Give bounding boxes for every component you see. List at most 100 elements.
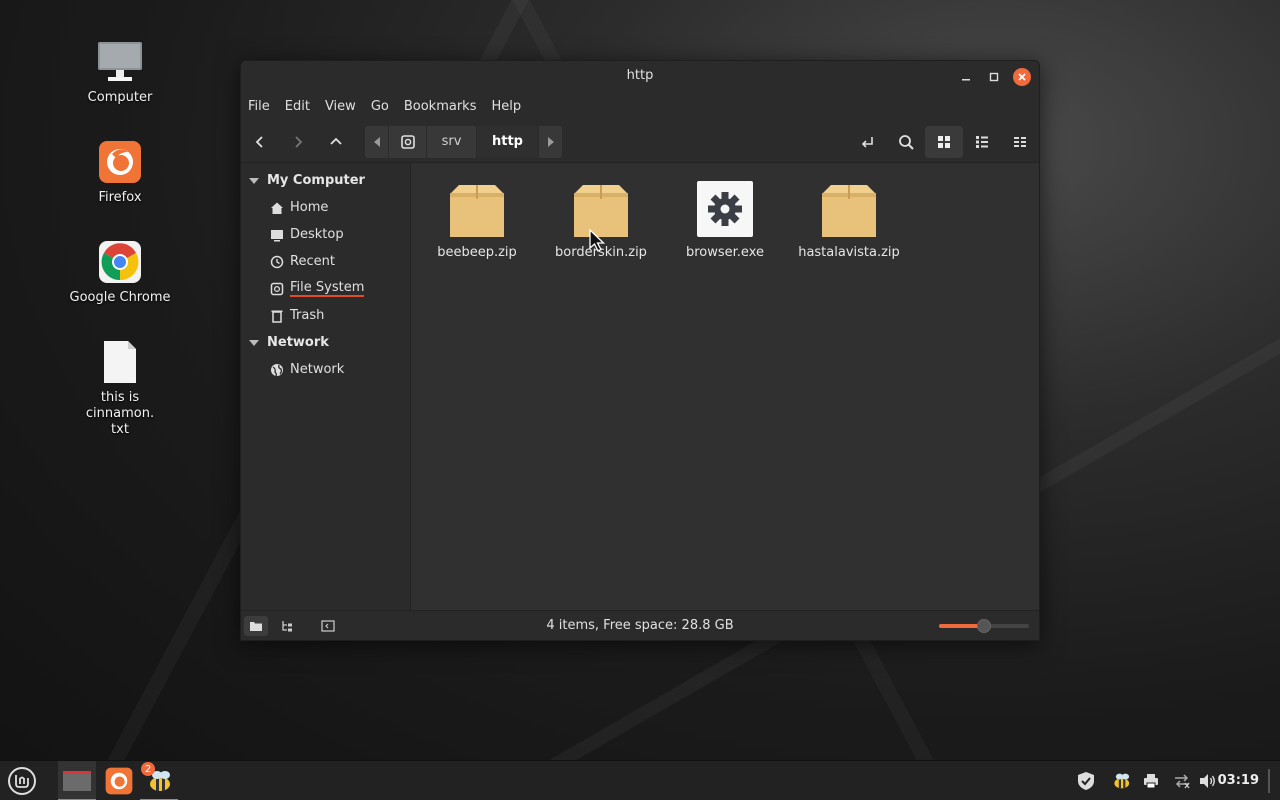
sidebar-item-network[interactable]: Network: [241, 356, 410, 383]
icon-view-button[interactable]: [925, 126, 963, 158]
location-toggle-button[interactable]: [849, 126, 887, 158]
file-name: hastalavista.zip: [798, 245, 900, 260]
desktop-icon-text-file[interactable]: this is cinnamon. txt: [65, 340, 175, 438]
sidebar-item-label: Recent: [290, 254, 335, 269]
forward-button[interactable]: [279, 126, 317, 158]
file-item[interactable]: hastalavista.zip: [787, 181, 911, 260]
desktop-icon-firefox[interactable]: Firefox: [65, 140, 175, 206]
notification-badge: 2: [141, 762, 155, 776]
menu-go[interactable]: Go: [371, 99, 389, 114]
file-item[interactable]: browser.exe: [663, 181, 787, 260]
clock-icon: [269, 254, 285, 270]
file-name: browser.exe: [685, 245, 764, 260]
search-button[interactable]: [887, 126, 925, 158]
sidebar-section-label: Network: [267, 335, 329, 350]
triangle-left-icon: [373, 136, 380, 147]
desktop-icon: [269, 227, 285, 243]
sidebar-item-home[interactable]: Home: [241, 194, 410, 221]
minimize-button[interactable]: [957, 68, 975, 86]
tray-volume[interactable]: [1197, 761, 1219, 800]
tray-shield[interactable]: [1074, 761, 1098, 800]
breadcrumb-right-arrow[interactable]: [539, 125, 563, 158]
close-button[interactable]: [1013, 68, 1031, 86]
collapse-triangle-icon: [249, 177, 259, 184]
sidebar-section-my-computer[interactable]: My Computer: [241, 167, 410, 194]
sidebar-section-network[interactable]: Network: [241, 329, 410, 356]
computer-icon: [98, 40, 142, 84]
trash-icon: [269, 308, 285, 324]
menu-help[interactable]: Help: [491, 99, 521, 114]
up-button[interactable]: [317, 126, 355, 158]
home-icon: [269, 200, 285, 216]
file-view[interactable]: beebeep.zip borderskin.zip browser.exe h…: [411, 163, 1039, 610]
minimize-icon: [962, 79, 970, 81]
gear-icon: [697, 181, 753, 237]
zoom-slider[interactable]: [939, 619, 1029, 633]
sidebar-item-trash[interactable]: Trash: [241, 302, 410, 329]
tray-beebeep[interactable]: [1108, 761, 1134, 800]
menu-edit[interactable]: Edit: [285, 99, 310, 114]
grid-icon: [938, 136, 950, 148]
tray-printer[interactable]: [1140, 761, 1162, 800]
chrome-icon: [98, 240, 142, 284]
compact-icon: [1014, 137, 1026, 147]
desktop-icon-label: Firefox: [98, 190, 142, 205]
sidebar-item-recent[interactable]: Recent: [241, 248, 410, 275]
sidebar-item-label: Home: [290, 200, 329, 215]
menu-bookmarks[interactable]: Bookmarks: [404, 99, 477, 114]
toolbar: srv http: [241, 121, 1039, 163]
breadcrumb: srv http: [365, 125, 563, 158]
desktop-icon-chrome[interactable]: Google Chrome: [65, 240, 175, 306]
globe-icon: [269, 362, 285, 378]
menu-button[interactable]: [4, 761, 40, 800]
firefox-icon: [98, 140, 142, 184]
printer-icon: [1144, 774, 1158, 789]
breadcrumb-left-arrow[interactable]: [365, 125, 389, 158]
desktop-icon-computer[interactable]: Computer: [65, 40, 175, 106]
show-desktop-button[interactable]: [1268, 769, 1270, 793]
taskbar-item-file-manager[interactable]: [58, 761, 96, 800]
taskbar-item-beebeep[interactable]: 2: [140, 761, 178, 800]
maximize-button[interactable]: [985, 68, 1003, 86]
sidebar-item-label: File System: [290, 280, 365, 297]
sidebar-item-label: Desktop: [290, 227, 344, 242]
return-icon: [861, 137, 873, 148]
breadcrumb-root[interactable]: [389, 125, 427, 158]
taskbar-item-firefox[interactable]: [100, 761, 138, 800]
compact-view-button[interactable]: [1001, 126, 1039, 158]
search-icon: [899, 135, 914, 150]
menu-file[interactable]: File: [248, 99, 270, 114]
window-title: http: [626, 68, 654, 83]
back-button[interactable]: [241, 126, 279, 158]
mouse-cursor-icon: [589, 228, 607, 257]
sidebar-item-desktop[interactable]: Desktop: [241, 221, 410, 248]
window-body: My Computer Home Desktop Recent File Sys…: [241, 163, 1039, 610]
text-file-icon: [98, 340, 142, 384]
menu-view[interactable]: View: [325, 99, 356, 114]
status-bar: 4 items, Free space: 28.8 GB: [241, 610, 1039, 640]
drive-icon: [400, 134, 415, 149]
file-manager-window: http File Edit View Go Bookmarks Help sr…: [240, 60, 1040, 641]
maximize-icon: [989, 72, 999, 82]
desktop-icon-label: this is cinnamon. txt: [85, 390, 155, 437]
list-view-button[interactable]: [963, 126, 1001, 158]
triangle-right-icon: [547, 136, 554, 147]
breadcrumb-srv[interactable]: srv: [427, 125, 477, 158]
sidebar-item-label: Trash: [290, 308, 325, 323]
close-icon: [1018, 73, 1026, 81]
zoom-slider-handle[interactable]: [977, 619, 991, 633]
file-item[interactable]: beebeep.zip: [415, 181, 539, 260]
tray-network[interactable]: [1171, 761, 1193, 800]
sidebar-item-file-system[interactable]: File System: [241, 275, 410, 302]
breadcrumb-http[interactable]: http: [477, 125, 539, 158]
folder-icon: [63, 771, 91, 791]
title-bar[interactable]: http: [241, 61, 1039, 91]
network-transfer-icon: [1175, 774, 1190, 789]
drive-icon: [269, 281, 285, 297]
list-icon: [976, 136, 988, 148]
file-name: beebeep.zip: [437, 245, 517, 260]
status-text: 4 items, Free space: 28.8 GB: [546, 618, 734, 633]
clock[interactable]: 03:19: [1218, 773, 1259, 788]
up-icon: [330, 137, 342, 145]
forward-icon: [295, 135, 303, 148]
